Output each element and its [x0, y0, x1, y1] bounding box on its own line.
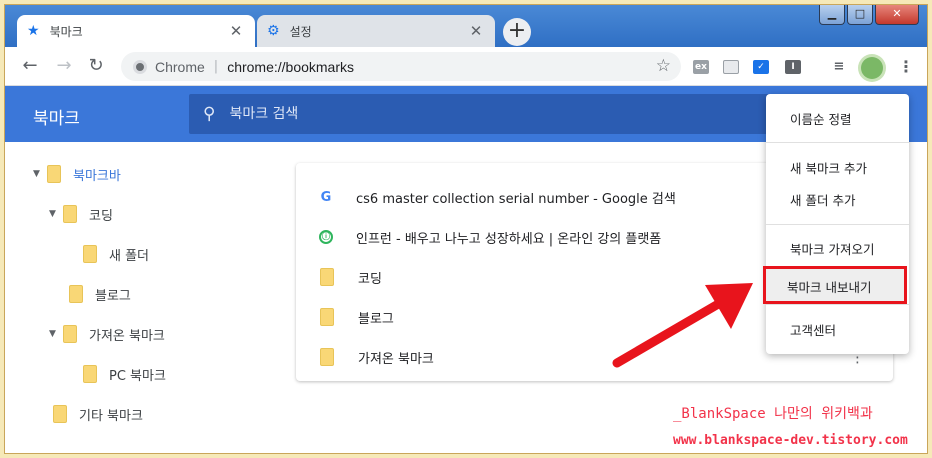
list-item-title: 인프런 - 배우고 나누고 성장하세요 | 온라인 강의 플랫폼 [356, 231, 662, 247]
tree-item-pc-bookmarks[interactable]: PC 북마크 [83, 354, 166, 394]
annotation-arrow-icon [612, 283, 753, 368]
tab-bookmarks[interactable]: ★ 북마크 ✕ [17, 15, 255, 47]
checkbox-extension-icon[interactable]: ✓ [753, 60, 769, 74]
new-tab-button[interactable]: + [503, 18, 531, 46]
browser-toolbar: ← → ↻ Chrome | chrome://bookmarks ☆ ex ✓… [5, 47, 927, 86]
search-input[interactable] [229, 106, 730, 122]
folder-icon [47, 165, 61, 183]
tree-item-coding[interactable]: ▼ 코딩 [49, 194, 113, 234]
gear-icon: ⚙ [267, 23, 280, 39]
folder-icon [320, 348, 334, 366]
google-icon: G [320, 189, 332, 205]
list-item-title: 코딩 [358, 271, 382, 287]
organize-menu: 이름순 정렬 새 북마크 추가 새 폴더 추가 북마크 가져오기 고객센터 [766, 94, 909, 354]
tree-item-other[interactable]: 기타 북마크 [53, 394, 143, 434]
page-title: 북마크 [33, 109, 80, 129]
search-icon: ⚲ [203, 104, 216, 124]
tree-item-label: PC 북마크 [109, 368, 166, 384]
extension-icon[interactable]: I [785, 60, 801, 74]
tree-item-label: 기타 북마크 [79, 408, 143, 424]
address-bar[interactable]: Chrome | chrome://bookmarks ☆ [121, 52, 681, 81]
avatar[interactable] [861, 57, 883, 79]
tree-item-bookmark-bar[interactable]: ▼ 북마크바 [33, 154, 121, 194]
folder-icon [53, 405, 67, 423]
tree-item-label: 새 폴더 [109, 248, 150, 264]
tree-item-label: 가져온 북마크 [89, 328, 165, 344]
tree-item-new-folder[interactable]: 새 폴더 [83, 234, 149, 274]
menu-kebab-icon[interactable]: ⋮ [898, 57, 914, 76]
menu-item-import[interactable]: 북마크 가져오기 [766, 232, 909, 264]
list-item-title: 가져온 북마크 [358, 351, 434, 367]
window-controls: ▁ □ ✕ [819, 5, 919, 25]
omnibox-url[interactable]: chrome://bookmarks [227, 59, 354, 75]
list-item-title: cs6 master collection serial number - Go… [356, 191, 676, 207]
media-icon[interactable]: ≡ [831, 60, 847, 74]
watermark-title: _BlankSpace 나만의 위키백과 [673, 406, 873, 422]
star-icon: ★ [27, 23, 40, 39]
extension-icon[interactable]: ex [693, 60, 709, 74]
inflearn-icon: ⓘ [318, 229, 334, 245]
reload-icon[interactable]: ↻ [85, 55, 107, 77]
close-icon[interactable]: ✕ [467, 22, 485, 40]
tab-title: 설정 [289, 24, 312, 39]
omnibox-separator: | [213, 59, 219, 74]
menu-item-export-highlight[interactable]: 북마크 내보내기 [763, 266, 907, 304]
folder-icon [320, 308, 334, 326]
browser-window: ★ 북마크 ✕ ⚙ 설정 ✕ + ▁ □ ✕ ← → ↻ Chrome | ch… [4, 4, 928, 454]
search-box[interactable]: ⚲ [189, 94, 779, 134]
folder-icon [83, 245, 97, 263]
tree-item-label: 북마크바 [73, 168, 121, 184]
expand-arrow-icon[interactable]: ▼ [33, 169, 47, 179]
menu-item-export[interactable]: 북마크 내보내기 [766, 270, 904, 302]
menu-item-help[interactable]: 고객센터 [766, 313, 909, 345]
extension-icon[interactable] [723, 60, 739, 74]
watermark-url: www.blankspace-dev.tistory.com [673, 433, 908, 448]
expand-arrow-icon[interactable]: ▼ [49, 209, 63, 219]
bookmark-star-icon[interactable]: ☆ [656, 56, 671, 76]
tree-item-label: 코딩 [89, 208, 113, 224]
close-window-button[interactable]: ✕ [875, 5, 919, 25]
list-item-title: 블로그 [358, 311, 394, 327]
folder-icon [320, 268, 334, 286]
folder-icon [63, 325, 77, 343]
omnibox-site-label: Chrome [155, 58, 205, 75]
folder-icon [63, 205, 77, 223]
tab-title: 북마크 [49, 24, 83, 39]
expand-arrow-icon[interactable]: ▼ [49, 329, 63, 339]
tree-item-label: 블로그 [95, 288, 131, 304]
minimize-button[interactable]: ▁ [819, 5, 845, 25]
back-arrow-icon[interactable]: ← [19, 55, 41, 77]
menu-divider [766, 304, 909, 305]
folder-icon [69, 285, 83, 303]
folder-icon [83, 365, 97, 383]
chrome-icon [133, 59, 147, 74]
menu-item-add-bookmark[interactable]: 새 북마크 추가 [766, 151, 909, 183]
close-icon[interactable]: ✕ [227, 22, 245, 40]
tree-item-blog[interactable]: 블로그 [69, 274, 131, 314]
tab-strip: ★ 북마크 ✕ ⚙ 설정 ✕ + ▁ □ ✕ [5, 5, 927, 47]
menu-item-add-folder[interactable]: 새 폴더 추가 [766, 183, 909, 215]
menu-item-sort[interactable]: 이름순 정렬 [766, 102, 909, 134]
tree-item-imported[interactable]: ▼ 가져온 북마크 [49, 314, 165, 354]
menu-divider [766, 224, 909, 225]
menu-divider [766, 142, 909, 143]
maximize-button[interactable]: □ [847, 5, 873, 25]
forward-arrow-icon[interactable]: → [53, 55, 75, 77]
tab-settings[interactable]: ⚙ 설정 ✕ [257, 15, 495, 47]
